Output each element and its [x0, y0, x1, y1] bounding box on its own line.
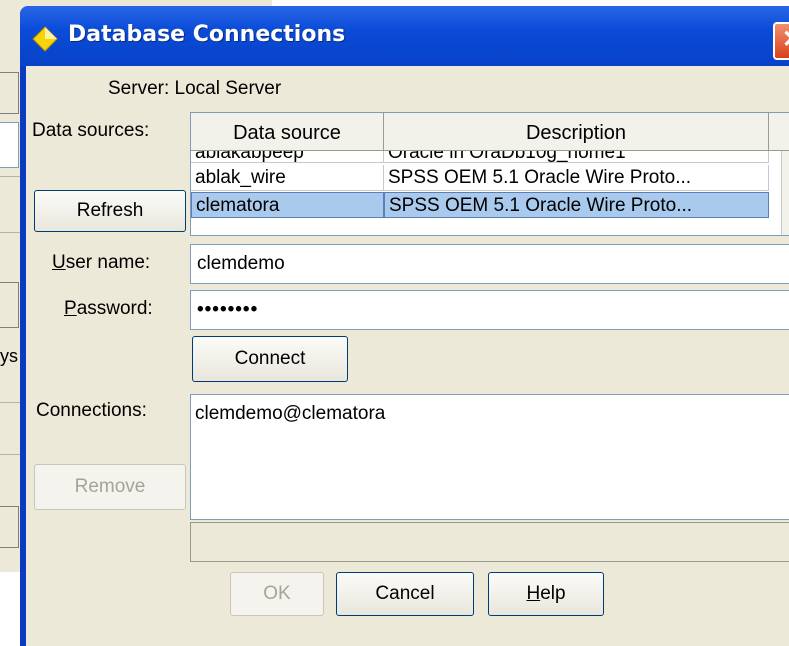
connections-list[interactable]: clemdemo@clematora [190, 394, 789, 520]
server-label: Server: Local Server [108, 78, 282, 99]
table-row-selected[interactable]: clematora SPSS OEM 5.1 Oracle Wire Proto… [191, 192, 781, 219]
help-button[interactable]: Help [488, 572, 604, 616]
background-button[interactable] [0, 282, 19, 328]
diamond-icon [32, 26, 58, 52]
ok-button[interactable]: OK [230, 572, 324, 616]
column-header-description[interactable]: Description [384, 113, 769, 151]
data-sources-table[interactable]: Data source Description ablakabpeep Orac… [190, 112, 789, 236]
table-cell-source: clematora [191, 192, 384, 218]
table-row[interactable]: ablak_wire SPSS OEM 5.1 Oracle Wire Prot… [191, 165, 781, 192]
connect-button[interactable]: Connect [192, 336, 348, 382]
table-cell-source: ablakabpeep [191, 151, 384, 163]
background-partial-text: ys [0, 346, 18, 366]
dialog-title: Database Connections [68, 22, 346, 47]
background-button[interactable] [0, 72, 19, 114]
table-cell-description: SPSS OEM 5.1 Oracle Wire Proto... [384, 192, 769, 218]
refresh-button[interactable]: Refresh [34, 190, 186, 232]
table-row[interactable]: ablakabpeep Oracle in OraDb10g_home1 [191, 151, 781, 163]
remove-button[interactable]: Remove [34, 464, 186, 510]
title-bar[interactable]: Database Connections ✕ [20, 6, 789, 66]
connections-label: Connections: [36, 400, 147, 421]
password-input[interactable]: •••••••• [190, 290, 789, 330]
scroll-up-icon[interactable]: ▲ [784, 153, 789, 173]
close-button[interactable]: ✕ [773, 22, 789, 60]
table-cell-description: Oracle in OraDb10g_home1 [384, 151, 769, 163]
background-button[interactable] [0, 506, 19, 548]
dialog-body: Server: Local Server Data sources: Data … [26, 66, 789, 646]
data-sources-label: Data sources: [32, 120, 150, 141]
cancel-button[interactable]: Cancel [336, 572, 474, 616]
scroll-down-icon[interactable]: ▼ [784, 211, 789, 231]
table-cell-source: ablak_wire [191, 165, 384, 191]
username-input[interactable]: clemdemo [190, 244, 789, 284]
username-label: User name: [52, 252, 151, 273]
column-header-filler [769, 113, 789, 151]
password-label: Password: [64, 298, 153, 319]
close-icon: ✕ [782, 26, 789, 53]
list-item[interactable]: clemdemo@clematora [195, 403, 385, 425]
column-header-data-source[interactable]: Data source [191, 113, 384, 151]
background-field[interactable] [0, 122, 19, 168]
status-field [190, 522, 789, 562]
table-cell-description: SPSS OEM 5.1 Oracle Wire Proto... [384, 165, 769, 191]
vertical-scrollbar[interactable]: ▲ ▼ [781, 151, 789, 235]
database-connections-dialog: Database Connections ✕ Server: Local Ser… [20, 6, 789, 646]
